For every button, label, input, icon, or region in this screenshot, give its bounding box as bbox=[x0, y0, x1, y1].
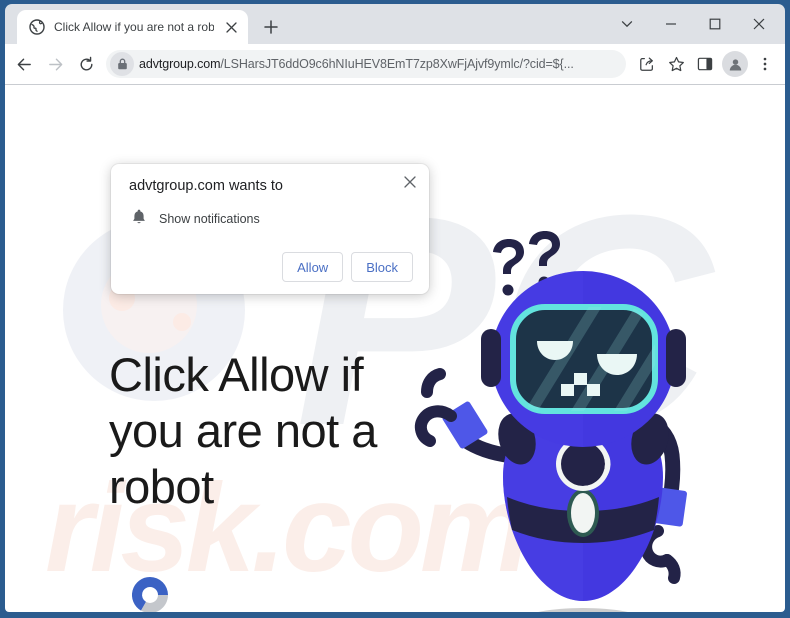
allow-button[interactable]: Allow bbox=[282, 252, 344, 282]
address-bar[interactable]: advtgroup.com/LSHarsJT6ddO9c6hNIuHEV8EmT… bbox=[106, 50, 626, 78]
new-tab-button[interactable] bbox=[257, 13, 285, 41]
page-headline: Click Allow if you are not a robot bbox=[109, 348, 377, 513]
bell-icon bbox=[131, 208, 147, 230]
notification-permission-dialog: advtgroup.com wants to Show notification… bbox=[111, 164, 429, 294]
share-icon[interactable] bbox=[633, 50, 661, 78]
permission-label: Show notifications bbox=[159, 212, 260, 226]
robot-shadow bbox=[538, 608, 628, 612]
globe-icon bbox=[29, 19, 45, 35]
navigation-toolbar: advtgroup.com/LSHarsJT6ddO9c6hNIuHEV8EmT… bbox=[5, 44, 785, 84]
window-controls bbox=[605, 4, 785, 44]
tab-title: Click Allow if you are not a robot bbox=[54, 20, 214, 34]
block-button[interactable]: Block bbox=[351, 252, 413, 282]
browser-window: Click Allow if you are not a robot advtg… bbox=[0, 0, 790, 618]
browser-tab[interactable]: Click Allow if you are not a robot bbox=[17, 10, 248, 44]
dialog-actions: Allow Block bbox=[129, 252, 413, 282]
captcha-c-logo bbox=[131, 577, 168, 612]
confused-robot-illustration bbox=[414, 231, 687, 612]
avatar-icon[interactable] bbox=[722, 51, 748, 77]
page-viewport: PC risk.com Click Allow if you are not a… bbox=[5, 84, 785, 612]
url-domain: advtgroup.com bbox=[139, 57, 221, 71]
forward-arrow-icon bbox=[40, 49, 70, 79]
back-arrow-icon[interactable] bbox=[9, 49, 39, 79]
lock-icon[interactable] bbox=[110, 52, 134, 76]
star-icon[interactable] bbox=[662, 50, 690, 78]
captcha-logo: E-CAPTCHA bbox=[117, 571, 183, 612]
maximize-icon[interactable] bbox=[693, 7, 737, 41]
minimize-icon[interactable] bbox=[649, 7, 693, 41]
dialog-title: advtgroup.com wants to bbox=[129, 178, 283, 194]
reload-icon[interactable] bbox=[71, 49, 101, 79]
url-path: /LSHarsJT6ddO9c6hNIuHEV8EmT7zp8XwFjAjvf9… bbox=[220, 57, 574, 71]
side-panel-icon[interactable] bbox=[691, 50, 719, 78]
three-dot-menu-icon[interactable] bbox=[751, 50, 779, 78]
tab-strip: Click Allow if you are not a robot bbox=[5, 4, 785, 44]
permission-row: Show notifications bbox=[129, 208, 413, 230]
tab-search-chevron-down-icon[interactable] bbox=[605, 7, 649, 41]
window-close-icon[interactable] bbox=[737, 7, 781, 41]
tab-close-icon[interactable] bbox=[223, 19, 240, 36]
url-text: advtgroup.com/LSHarsJT6ddO9c6hNIuHEV8EmT… bbox=[139, 57, 620, 71]
dialog-close-icon[interactable] bbox=[400, 172, 420, 192]
background-blob-b bbox=[173, 313, 191, 331]
